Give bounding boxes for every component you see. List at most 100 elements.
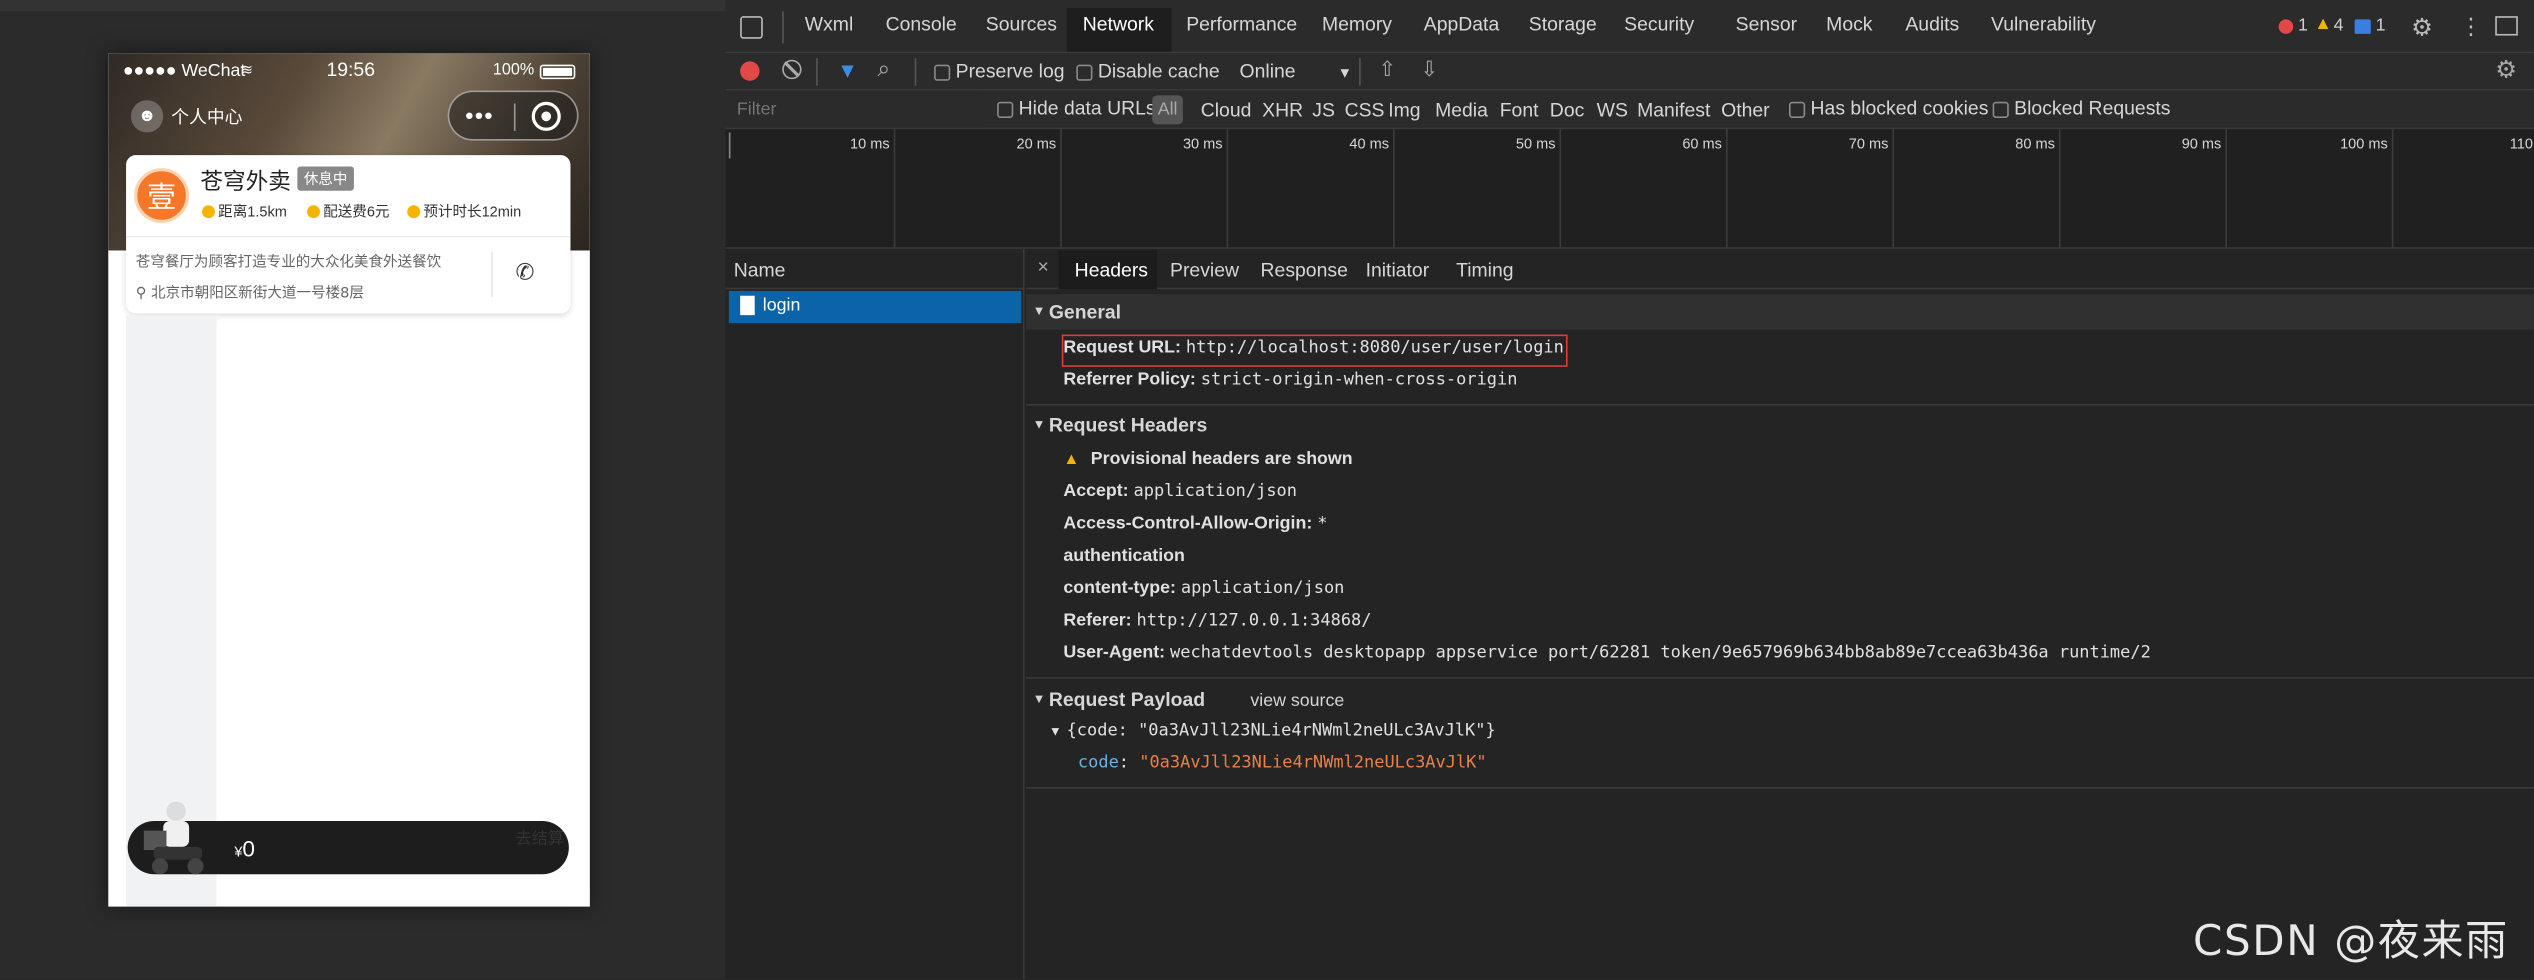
carrier-label: ●●●●● WeChat: [122, 61, 246, 81]
timeline-tick: 60 ms: [1682, 135, 1722, 152]
expand-triangle-icon: ▼: [1032, 416, 1046, 432]
request-list: Name login: [725, 248, 1025, 980]
filter-icon[interactable]: ▼: [837, 58, 858, 82]
battery-label: 100%: [492, 61, 535, 80]
expand-triangle-icon: ▼: [1032, 303, 1046, 319]
timeline-tick: 70 ms: [1848, 135, 1889, 152]
timeline-tick: 100 ms: [2340, 135, 2388, 152]
phone-icon[interactable]: ✆: [516, 259, 535, 286]
close-miniprogram-icon[interactable]: [531, 101, 561, 131]
filter-type-img[interactable]: Img: [1388, 99, 1420, 122]
hide-data-urls-checkbox[interactable]: Hide data URLs: [997, 97, 1156, 120]
filter-type-manifest[interactable]: Manifest: [1637, 99, 1710, 122]
warning-icon[interactable]: ▲: [2314, 15, 2332, 34]
preserve-log-checkbox[interactable]: Preserve log: [934, 60, 1065, 82]
filter-type-cloud[interactable]: Cloud: [1201, 99, 1252, 122]
user-center-label: 个人中心: [171, 108, 243, 128]
delivery-fee: 配送费6元: [307, 200, 389, 221]
filter-type-other[interactable]: Other: [1721, 99, 1770, 122]
tab-appdata[interactable]: AppData: [1424, 13, 1499, 36]
request-row[interactable]: login: [728, 290, 1022, 324]
import-har-icon[interactable]: ⇧: [1379, 57, 1397, 83]
timeline-tick: 50 ms: [1515, 135, 1556, 152]
tab-headers[interactable]: Headers: [1075, 259, 1148, 282]
info-icon[interactable]: [2354, 19, 2371, 34]
search-icon[interactable]: ⌕: [878, 55, 891, 82]
cart-total: ¥0: [234, 835, 256, 862]
clock-icon: [202, 204, 215, 218]
tab-vulnerability[interactable]: Vulnerability: [1991, 13, 2096, 36]
tab-audits[interactable]: Audits: [1905, 13, 1959, 36]
header-row: User-Agent: wechatdevtools desktopapp ap…: [1063, 643, 2151, 663]
timeline-tick: 90 ms: [2181, 135, 2222, 152]
timeline-tick: 80 ms: [2015, 135, 2055, 152]
export-har-icon[interactable]: ⇩: [1421, 57, 1439, 83]
throttle-select[interactable]: Online ▼: [1240, 60, 1352, 83]
battery-icon: [539, 64, 576, 80]
close-icon[interactable]: ×: [1038, 255, 1049, 278]
tab-console[interactable]: Console: [886, 13, 957, 36]
filter-type-css[interactable]: CSS: [1345, 99, 1385, 122]
has-blocked-cookies-checkbox[interactable]: Has blocked cookies: [1788, 97, 1988, 120]
tab-network[interactable]: Network: [1083, 13, 1154, 36]
network-overview-timeline[interactable]: 10 ms 20 ms 30 ms 40 ms 50 ms 60 ms 70 m…: [725, 129, 2534, 249]
tab-storage[interactable]: Storage: [1529, 13, 1597, 36]
filter-type-ws[interactable]: WS: [1597, 99, 1628, 122]
warning-count: 4: [2333, 16, 2344, 36]
status-badge: 休息中: [297, 166, 354, 191]
more-vertical-icon[interactable]: ⋮: [2460, 13, 2483, 40]
filter-type-js[interactable]: JS: [1312, 99, 1335, 122]
location-icon: ⚲: [135, 286, 152, 303]
network-settings-icon[interactable]: ⚙: [2495, 55, 2517, 84]
blocked-requests-checkbox[interactable]: Blocked Requests: [1992, 97, 2171, 120]
devtools-panel: Wxml Console Sources Network Performance…: [725, 0, 2534, 980]
view-source-link[interactable]: view source: [1250, 692, 1344, 711]
request-payload-section-header[interactable]: ▼ Request Payload view source: [1026, 684, 2534, 716]
simulator-toolbar: [0, 0, 726, 12]
filter-type-font[interactable]: Font: [1500, 99, 1539, 122]
filter-type-xhr[interactable]: XHR: [1262, 99, 1303, 122]
payload-summary[interactable]: ▼ {code: "0a3AvJll23NLie4rNWml2neULc3AvJ…: [1049, 721, 1496, 740]
clear-icon[interactable]: [782, 59, 802, 80]
tab-memory[interactable]: Memory: [1322, 13, 1392, 36]
dock-icon[interactable]: [2495, 16, 2518, 36]
name-column-header[interactable]: Name: [734, 259, 786, 282]
checkout-button[interactable]: 去结算: [516, 824, 564, 849]
record-icon[interactable]: [740, 61, 760, 81]
request-url-row: Request URL: http://localhost:8080/user/…: [1063, 337, 1564, 358]
tab-timing[interactable]: Timing: [1456, 259, 1513, 282]
phone-screen: ●●●●● WeChat ≋ 19:56 100% ☻ 个人中心 ••• 壹 苍…: [108, 53, 590, 907]
tab-performance[interactable]: Performance: [1186, 13, 1297, 36]
filter-type-media[interactable]: Media: [1435, 99, 1488, 122]
delivery-rider-icon[interactable]: [141, 798, 215, 876]
error-icon[interactable]: [2278, 19, 2294, 34]
general-section-header[interactable]: ▼ General: [1026, 294, 2534, 330]
filter-type-doc[interactable]: Doc: [1550, 99, 1584, 122]
inspect-element-icon[interactable]: [740, 16, 763, 39]
tab-mock[interactable]: Mock: [1826, 13, 1872, 36]
request-headers-section-header[interactable]: ▼ Request Headers: [1026, 409, 2534, 441]
filter-type-all[interactable]: All: [1152, 95, 1183, 125]
capsule-menu: •••: [447, 90, 579, 141]
tab-sources[interactable]: Sources: [986, 13, 1057, 36]
request-detail: × Headers Preview Response Initiator Tim…: [1026, 248, 2534, 980]
tab-sensor[interactable]: Sensor: [1736, 13, 1797, 36]
network-toolbar: ▼ ⌕ Preserve log Disable cache Online ▼ ⇧…: [725, 53, 2534, 91]
timeline-tick: 110: [2509, 135, 2533, 152]
disable-cache-checkbox[interactable]: Disable cache: [1076, 60, 1220, 82]
payload-field: code: "0a3AvJll23NLie4rNWml2neULc3AvJlK": [1077, 753, 1487, 773]
settings-icon[interactable]: ⚙: [2411, 13, 2433, 42]
header-row: Accept: application/json: [1063, 481, 1297, 501]
tab-security[interactable]: Security: [1624, 13, 1694, 36]
user-center-button[interactable]: ☻ 个人中心: [130, 99, 243, 135]
timeline-tick: 30 ms: [1182, 135, 1223, 152]
shop-description: 苍穹餐厅为顾客打造专业的大众化美食外送餐饮: [135, 255, 442, 272]
more-icon[interactable]: •••: [465, 102, 494, 128]
header-row: Access-Control-Allow-Origin: *: [1063, 513, 1328, 534]
filter-input[interactable]: [730, 95, 981, 125]
tab-wxml[interactable]: Wxml: [805, 13, 853, 36]
referrer-policy-row: Referrer Policy: strict-origin-when-cros…: [1063, 370, 1518, 390]
tab-response[interactable]: Response: [1261, 259, 1348, 282]
tab-preview[interactable]: Preview: [1170, 259, 1239, 282]
tab-initiator[interactable]: Initiator: [1366, 259, 1430, 282]
